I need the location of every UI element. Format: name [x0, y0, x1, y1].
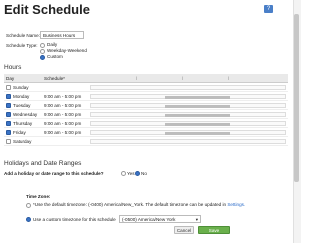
day-time-range: 9:00 am - 5:00 pm	[44, 120, 82, 126]
radio-custom[interactable]	[40, 54, 45, 60]
day-time-range: 9:00 am - 5:00 pm	[44, 93, 82, 99]
holiday-yes-label: Yes	[127, 171, 135, 176]
radio-daily[interactable]	[40, 42, 45, 48]
day-timeline[interactable]	[90, 120, 286, 126]
schedule-name-label: Schedule Name:	[6, 33, 40, 38]
col-schedule-header: Schedule*	[44, 75, 65, 81]
day-checkbox[interactable]	[6, 93, 11, 99]
timezone-custom-label: Use a custom timezone for this schedule	[33, 217, 116, 222]
timezone-label: Time Zone:	[26, 194, 51, 199]
day-checkbox[interactable]	[6, 129, 11, 135]
hours-row: Tuesday 9:00 am - 5:00 pm	[4, 101, 288, 110]
day-label: Monday	[13, 93, 30, 99]
timezone-default-text: *Use the default timezone: (-0400) Ameri…	[33, 202, 291, 208]
timeline-tick: |	[182, 76, 183, 80]
day-label: Sunday	[13, 84, 29, 90]
day-time-range: 9:00 am - 5:00 pm	[44, 111, 82, 117]
day-timeline[interactable]	[90, 129, 286, 135]
day-label: Thursday	[13, 120, 33, 126]
day-label: Wednesday	[13, 111, 38, 117]
schedule-name-input[interactable]: Business Hours	[40, 31, 84, 39]
timeline-segment[interactable]	[164, 122, 230, 126]
day-label: Tuesday	[13, 102, 31, 108]
day-checkbox[interactable]	[6, 120, 11, 126]
cancel-button[interactable]: Cancel	[174, 226, 194, 234]
holiday-no-label: No	[141, 171, 147, 176]
day-timeline[interactable]	[90, 138, 286, 144]
chevron-down-icon: ▾	[195, 217, 198, 222]
timezone-select-value: (-0500) America/New York	[122, 217, 176, 222]
timeline-tick: |	[136, 76, 137, 80]
holidays-section-title: Holidays and Date Ranges	[4, 160, 82, 167]
type-label-custom: Custom	[47, 54, 63, 59]
save-changes-button[interactable]: Save Changes	[198, 226, 230, 240]
hours-row: Monday 9:00 am - 5:00 pm	[4, 92, 288, 101]
timeline-segment[interactable]	[164, 113, 230, 117]
hours-section-title: Hours	[4, 64, 22, 71]
day-time-range: 9:00 am - 5:00 pm	[44, 102, 82, 108]
hours-row: Friday 9:00 am - 5:00 pm	[4, 128, 288, 137]
help-icon[interactable]: ?	[264, 5, 273, 13]
type-label-weekday-weekend: Weekday-Weekend	[47, 48, 87, 53]
day-label: Friday	[13, 129, 26, 135]
holiday-radio-yes[interactable]	[121, 171, 126, 176]
day-timeline[interactable]	[90, 102, 286, 108]
hours-table: Day Schedule* | | | Sunday Monday 9:00 am …	[4, 74, 288, 146]
timezone-radio-custom[interactable]	[26, 217, 31, 222]
page-title: Edit Schedule	[4, 2, 90, 17]
holiday-question: Add a holiday or date range to this sche…	[4, 171, 104, 176]
type-label-daily: Daily	[47, 42, 58, 47]
day-time-range: 9:00 am - 5:00 pm	[44, 129, 82, 135]
day-checkbox[interactable]	[6, 84, 11, 90]
timeline-tick: |	[228, 76, 229, 80]
timezone-radio-default[interactable]	[26, 203, 31, 208]
day-timeline[interactable]	[90, 84, 286, 90]
radio-weekday-weekend[interactable]	[40, 48, 45, 54]
timezone-select[interactable]: (-0500) America/New York ▾	[119, 215, 201, 223]
hours-row: Saturday	[4, 137, 288, 146]
hours-row: Thursday 9:00 am - 5:00 pm	[4, 119, 288, 128]
timezone-default-description: *Use the default timezone: (-0400) Ameri…	[33, 202, 227, 207]
day-label: Saturday	[13, 138, 32, 144]
hours-table-header: Day Schedule* | | |	[4, 74, 288, 83]
col-day-header: Day	[6, 75, 15, 81]
timeline-segment[interactable]	[164, 131, 230, 135]
timeline-segment[interactable]	[164, 95, 230, 99]
schedule-type-label: Schedule Type:	[6, 43, 38, 48]
day-timeline[interactable]	[90, 111, 286, 117]
timeline-segment[interactable]	[164, 104, 230, 108]
day-checkbox[interactable]	[6, 102, 11, 108]
hours-row: Wednesday 9:00 am - 5:00 pm	[4, 110, 288, 119]
settings-link[interactable]: Settings.	[227, 202, 245, 207]
day-timeline[interactable]	[90, 93, 286, 99]
day-checkbox[interactable]	[6, 138, 11, 144]
holiday-radio-no[interactable]	[135, 171, 140, 176]
day-checkbox[interactable]	[6, 111, 11, 117]
hours-row: Sunday	[4, 83, 288, 92]
scrollbar-thumb[interactable]	[294, 14, 299, 182]
